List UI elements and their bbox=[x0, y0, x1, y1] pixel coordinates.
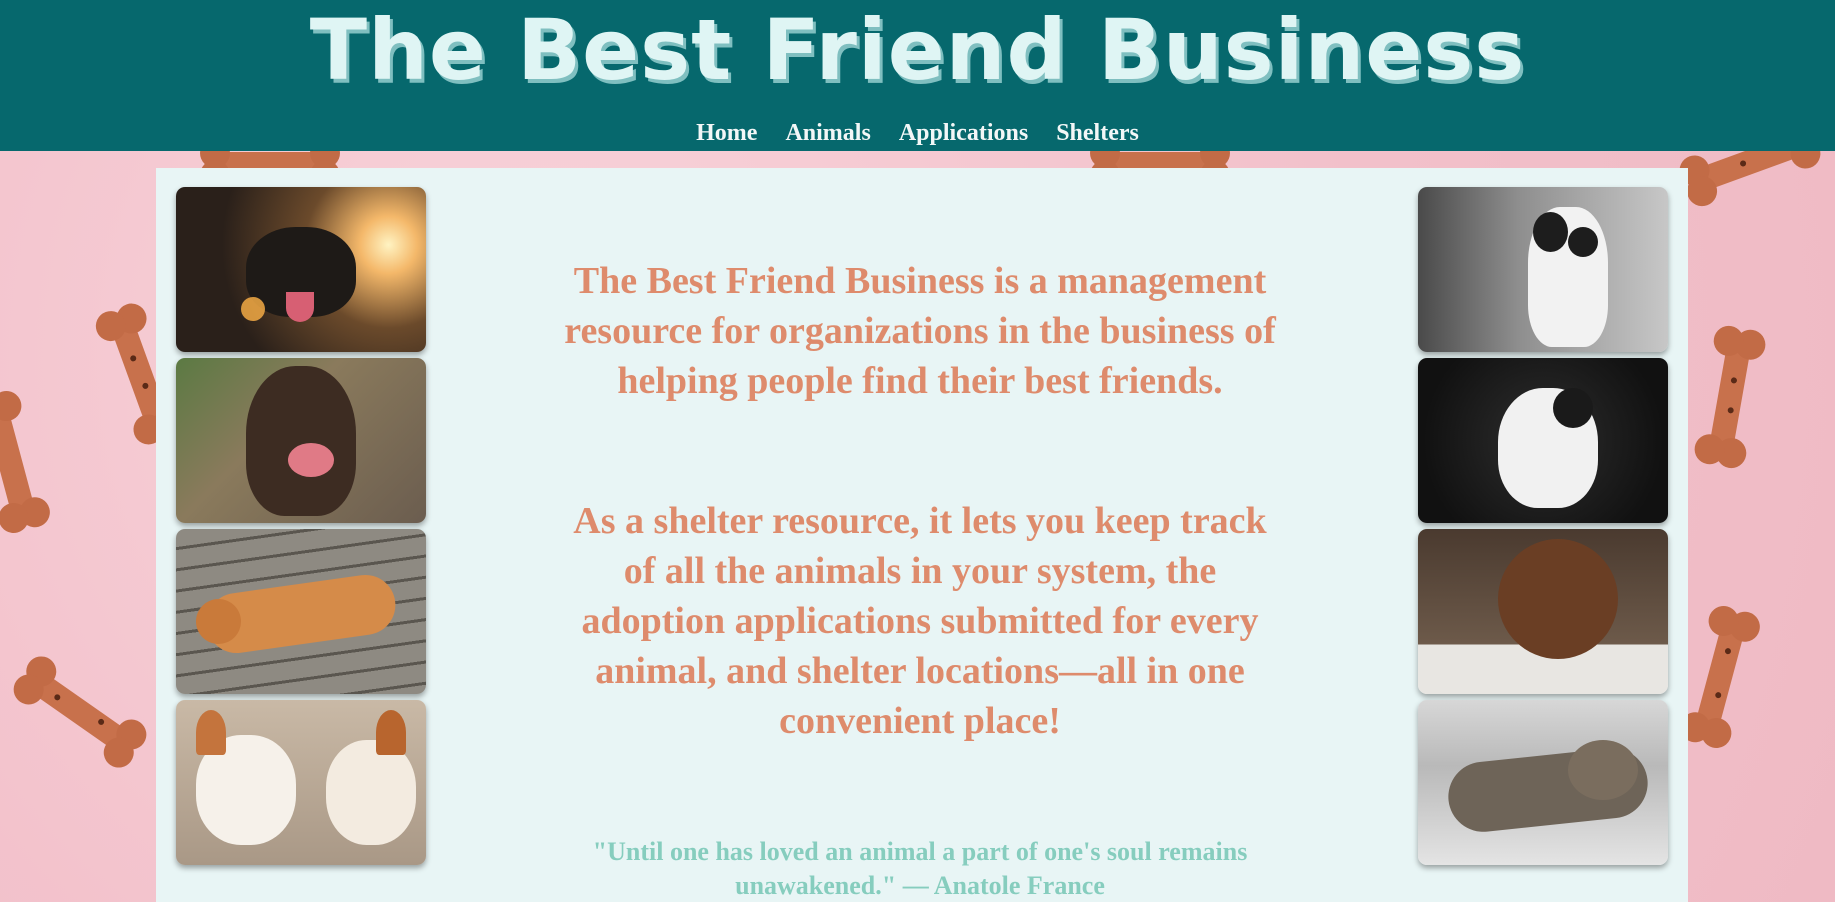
left-photo-column bbox=[176, 187, 426, 871]
main-nav: Home Animals Applications Shelters bbox=[0, 114, 1835, 152]
anatole-france-quote: "Until one has loved an animal a part of… bbox=[592, 837, 1248, 900]
right-photo-column bbox=[1418, 187, 1668, 871]
orange-cat-on-deck-photo bbox=[176, 529, 426, 694]
spotted-puppy-on-street-photo bbox=[1418, 187, 1668, 352]
nav-home-link[interactable]: Home bbox=[696, 114, 757, 152]
nav-shelters-link[interactable]: Shelters bbox=[1056, 114, 1139, 152]
chocolate-lab-licking-photo bbox=[176, 358, 426, 523]
two-corgis-photo bbox=[176, 700, 426, 865]
intro-paragraph-1: The Best Friend Business is a management… bbox=[564, 260, 1276, 402]
nav-animals-link[interactable]: Animals bbox=[785, 114, 870, 152]
nav-applications-link[interactable]: Applications bbox=[899, 114, 1028, 152]
white-kitten-photo bbox=[1418, 358, 1668, 523]
tabby-cat-lying-photo bbox=[1418, 700, 1668, 865]
intro-paragraph-2: As a shelter resource, it lets you keep … bbox=[573, 500, 1267, 742]
dog-in-car-photo bbox=[176, 187, 426, 352]
brown-puppy-photo bbox=[1418, 529, 1668, 694]
site-title: The Best Friend Business bbox=[309, 1, 1526, 99]
site-header: The Best Friend Business Home Animals Ap… bbox=[0, 0, 1835, 151]
